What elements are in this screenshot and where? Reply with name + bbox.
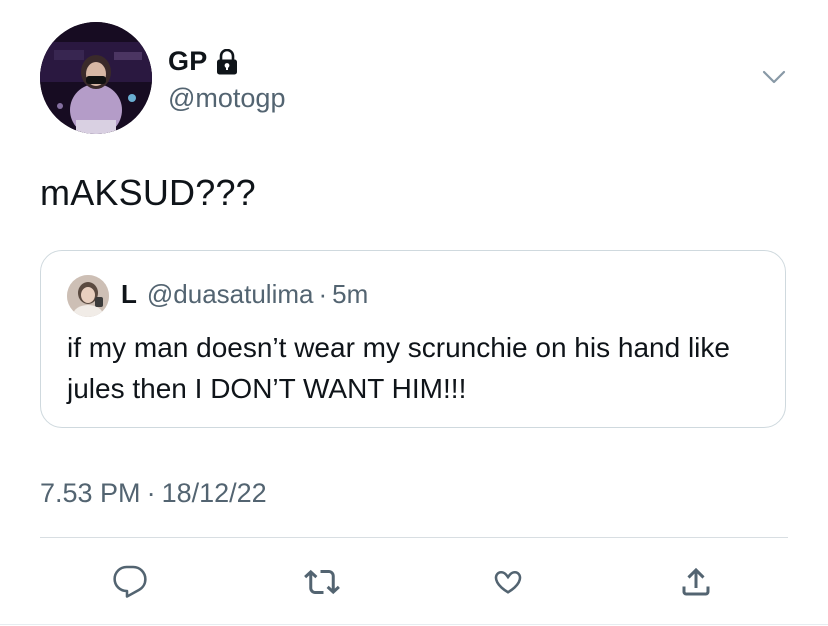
avatar-image xyxy=(40,22,152,134)
retweet-icon xyxy=(304,569,340,595)
lock-icon xyxy=(216,48,238,75)
share-button[interactable] xyxy=(676,562,716,602)
quoted-header: L @duasatulima · 5m xyxy=(121,279,368,310)
timestamp-separator: · xyxy=(146,478,156,508)
share-icon xyxy=(682,567,710,596)
quoted-handle: @duasatulima xyxy=(146,279,314,309)
timestamp-time: 7.53 PM xyxy=(40,478,141,508)
tweet-text: mAKSUD??? xyxy=(40,172,256,213)
quoted-text: if my man doesn’t wear my scrunchie on h… xyxy=(67,332,730,404)
quoted-display-name: L xyxy=(121,279,137,309)
quoted-time: 5m xyxy=(332,279,369,309)
author-handle[interactable]: @motogp xyxy=(168,83,285,114)
reply-icon xyxy=(113,565,147,598)
divider xyxy=(40,537,788,538)
tweet-timestamp[interactable]: 7.53 PM · 18/12/22 xyxy=(40,478,267,509)
author-name-row: GP xyxy=(168,46,238,77)
action-bar xyxy=(0,562,828,602)
reply-button[interactable] xyxy=(110,562,150,602)
author-avatar[interactable] xyxy=(40,22,152,134)
bottom-divider xyxy=(0,624,828,625)
retweet-button[interactable] xyxy=(302,562,342,602)
quoted-tweet-card[interactable]: L @duasatulima · 5m if my man doesn’t we… xyxy=(40,250,786,428)
like-button[interactable] xyxy=(488,562,528,602)
timestamp-date: 18/12/22 xyxy=(161,478,267,508)
author-display-name[interactable]: GP xyxy=(168,46,208,77)
chevron-down-icon[interactable] xyxy=(762,68,786,86)
heart-icon xyxy=(494,570,522,594)
quoted-avatar xyxy=(67,275,109,317)
quoted-separator: · xyxy=(318,279,328,309)
